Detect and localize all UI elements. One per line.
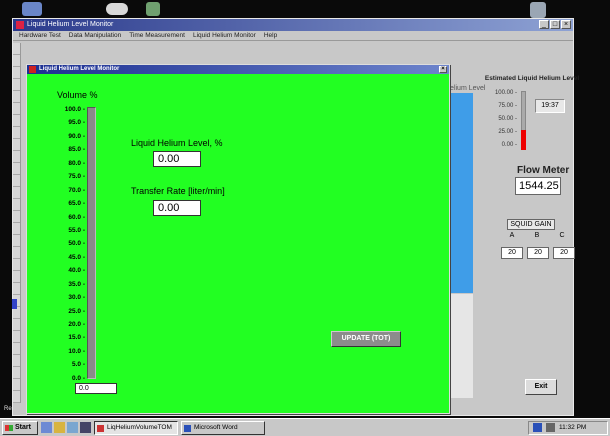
menu-item-hardware-test[interactable]: Hardware Test bbox=[19, 31, 61, 40]
volume-scale-tick: 50.0 - bbox=[68, 240, 85, 248]
exit-button[interactable]: Exit bbox=[525, 379, 557, 395]
background-panel-lower bbox=[449, 294, 473, 398]
volume-scale-tick: 10.0 - bbox=[68, 347, 85, 355]
squid-gain-b-field[interactable]: 20 bbox=[527, 247, 549, 259]
squid-gain-label: SQUID GAIN bbox=[507, 219, 555, 230]
liquid-helium-level-label: Liquid Helium Level, % bbox=[131, 138, 223, 148]
liquid-helium-level-value: 0.00 bbox=[153, 151, 201, 167]
volume-scale-tick: 60.0 - bbox=[68, 213, 85, 221]
transfer-rate-value: 0.00 bbox=[153, 200, 201, 216]
speaker-icon[interactable] bbox=[546, 423, 555, 432]
gauge-fill bbox=[521, 130, 526, 150]
transfer-rate-label: Transfer Rate [liter/min] bbox=[131, 186, 225, 196]
start-button[interactable]: Start bbox=[2, 420, 38, 435]
menu-item-data-manipulation[interactable]: Data Manipulation bbox=[69, 31, 121, 40]
background-panel bbox=[449, 93, 473, 293]
menu-item-help[interactable]: Help bbox=[264, 31, 277, 40]
flow-meter-value: 1544.25 bbox=[515, 177, 561, 195]
volume-scale-tick: 15.0 - bbox=[68, 334, 85, 342]
volume-scale-tick: 90.0 - bbox=[68, 132, 85, 140]
quick-launch-icon[interactable] bbox=[54, 422, 65, 433]
volume-scale-tick: 20.0 - bbox=[68, 321, 85, 328]
main-title-bar[interactable]: Liquid Helium Level Monitor _ □ × bbox=[13, 19, 573, 31]
dialog-title-bar[interactable]: Liquid Helium Level Monitor × bbox=[27, 65, 449, 74]
squid-gain-a-field[interactable]: 20 bbox=[501, 247, 523, 259]
quick-launch-icon[interactable] bbox=[67, 422, 78, 433]
volume-scale-tick: 40.0 - bbox=[68, 267, 85, 275]
system-tray: 11:32 PM bbox=[528, 420, 608, 435]
squid-channel-label: A bbox=[509, 232, 515, 239]
volume-scale: 100.0 - 95.0 - 90.0 - 85.0 - 80.0 - 75.0 - 70.… bbox=[49, 103, 85, 385]
quick-launch-icon[interactable] bbox=[80, 422, 91, 433]
gauge-scale: 100.00 - 75.00 - 50.00 - 25.00 - 0.00 - bbox=[487, 87, 517, 152]
close-icon[interactable]: × bbox=[439, 66, 447, 73]
volume-scale-tick: 35.0 - bbox=[68, 280, 85, 288]
volume-scale-tick: 25.0 - bbox=[68, 307, 85, 315]
taskbar-item-helium-monitor[interactable]: LiqHeliumVolumeTOM bbox=[94, 420, 178, 435]
maximize-icon[interactable]: □ bbox=[550, 20, 560, 29]
background-label: Helium Level bbox=[445, 85, 486, 92]
window-controls: _ □ × bbox=[539, 20, 571, 29]
update-button[interactable]: UPDATE (TOT) bbox=[331, 331, 401, 347]
squid-gain-values: 20 20 20 bbox=[501, 247, 575, 259]
main-window-title: Liquid Helium Level Monitor bbox=[27, 21, 114, 28]
close-icon[interactable]: × bbox=[561, 20, 571, 29]
squid-channel-label: B bbox=[534, 232, 540, 239]
menu-bar: Hardware Test Data Manipulation Time Mea… bbox=[13, 31, 573, 41]
dialog-app-icon bbox=[29, 66, 36, 73]
clock: 11:32 PM bbox=[559, 424, 587, 431]
volume-scale-tick: 100.0 - bbox=[64, 106, 85, 113]
volume-scale-tick: 65.0 - bbox=[68, 200, 85, 208]
quick-launch-icon[interactable] bbox=[41, 422, 52, 433]
gauge-tick: 75.00 - bbox=[498, 103, 517, 109]
desktop-shortcut-icon[interactable] bbox=[530, 2, 546, 18]
volume-scale-tick: 80.0 - bbox=[68, 159, 85, 167]
taskbar: Start LiqHeliumVolumeTOM Microsoft Word … bbox=[0, 418, 610, 436]
squid-channel-headers: A B C bbox=[501, 232, 573, 239]
squid-gain-c-field[interactable]: 20 bbox=[553, 247, 575, 259]
gauge-tick: 100.00 - bbox=[494, 90, 517, 96]
desktop-shortcut-icon[interactable] bbox=[22, 2, 42, 16]
gauge-tick: 25.00 - bbox=[498, 129, 517, 135]
taskbar-item-word[interactable]: Microsoft Word bbox=[181, 420, 265, 435]
gauge-tick: 50.00 - bbox=[498, 116, 517, 122]
gauge-readout: 19:37 bbox=[535, 99, 565, 113]
menu-item-liquid-helium-monitor[interactable]: Liquid Helium Monitor bbox=[193, 31, 256, 40]
flow-meter-label: Flow Meter bbox=[517, 165, 570, 176]
gauge-tick: 0.00 - bbox=[501, 142, 517, 148]
volume-scale-tick: 30.0 - bbox=[68, 294, 85, 302]
volume-scale-tick: 5.0 - bbox=[71, 361, 85, 369]
volume-scale-tick: 95.0 - bbox=[68, 119, 85, 127]
dialog-title: Liquid Helium Level Monitor bbox=[39, 66, 120, 72]
helium-monitor-dialog: Liquid Helium Level Monitor × Volume % 1… bbox=[26, 64, 450, 414]
volume-scale-tick: 45.0 - bbox=[68, 253, 85, 261]
volume-readout: 0.0 bbox=[75, 383, 117, 394]
volume-tank bbox=[87, 107, 96, 379]
quick-launch bbox=[41, 422, 91, 433]
volume-scale-tick: 75.0 - bbox=[68, 173, 85, 181]
minimize-icon[interactable]: _ bbox=[539, 20, 549, 29]
squid-channel-label: C bbox=[559, 232, 565, 239]
desktop-shortcut-icon[interactable] bbox=[106, 3, 128, 15]
volume-title: Volume % bbox=[57, 90, 98, 100]
network-icon[interactable] bbox=[533, 423, 542, 432]
volume-scale-tick: 70.0 - bbox=[68, 186, 85, 194]
scrollbar-marker[interactable] bbox=[12, 299, 17, 309]
volume-scale-tick: 85.0 - bbox=[68, 146, 85, 154]
app-icon bbox=[16, 21, 24, 29]
desktop-shortcut-icon[interactable] bbox=[146, 2, 160, 16]
left-ruler bbox=[12, 43, 21, 403]
estimated-level-title: Estimated Liquid Helium Level bbox=[484, 75, 580, 82]
volume-scale-tick: 55.0 - bbox=[68, 226, 85, 234]
menu-item-time-measurement[interactable]: Time Measurement bbox=[129, 31, 185, 40]
